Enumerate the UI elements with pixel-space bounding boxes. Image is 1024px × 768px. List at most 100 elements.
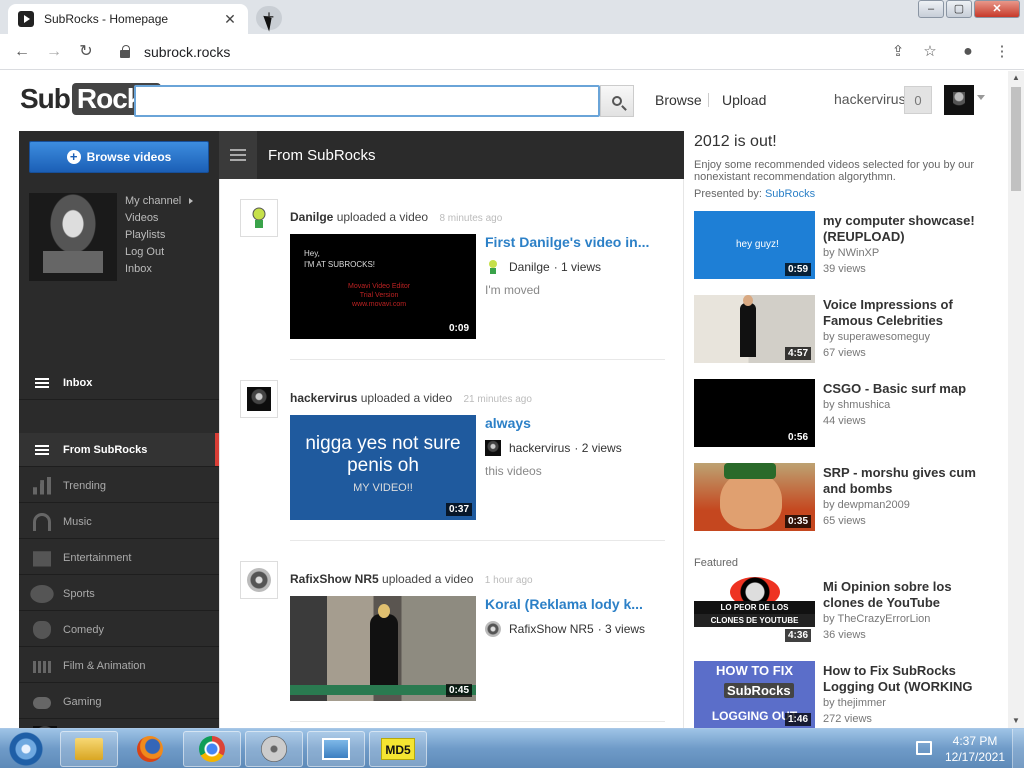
view-count: · 2 views: [574, 441, 622, 455]
video-author[interactable]: by NWinXP: [823, 247, 879, 259]
sidebar-item-trending[interactable]: Trending: [19, 469, 219, 503]
scroll-down-icon[interactable]: ▼: [1008, 714, 1024, 728]
recommended-video[interactable]: hey guyz! 0:59 my computer showcase! (RE…: [694, 211, 994, 279]
inbox-link[interactable]: Inbox: [125, 261, 193, 278]
channel-avatar[interactable]: [29, 193, 117, 281]
video-title-link[interactable]: How to Fix SubRocks Logging Out (WORKING: [823, 663, 993, 695]
sidebar-item-subscription[interactable]: hackervirus: [19, 721, 219, 728]
search-input[interactable]: [136, 87, 598, 115]
username-link[interactable]: RafixShow NR5: [290, 572, 379, 586]
profile-icon[interactable]: ●: [958, 42, 978, 62]
videos-link[interactable]: Videos: [125, 210, 193, 227]
upload-link[interactable]: Upload: [722, 92, 766, 108]
taskbar-explorer[interactable]: [60, 731, 118, 767]
minimize-button[interactable]: –: [918, 0, 944, 18]
system-clock[interactable]: 4:37 PM 12/17/2021: [940, 733, 1010, 765]
avatar[interactable]: [240, 199, 278, 237]
maximize-button[interactable]: ▢: [946, 0, 972, 18]
video-author[interactable]: by shmushica: [823, 399, 890, 411]
video-author[interactable]: by dewpman2009: [823, 499, 910, 511]
video-duration: 0:45: [445, 684, 472, 697]
sidebar-item-from-subrocks[interactable]: From SubRocks: [19, 433, 219, 467]
close-window-button[interactable]: ✕: [974, 0, 1020, 18]
browser-tab[interactable]: SubRocks - Homepage ✕: [8, 4, 248, 34]
scrollbar-thumb[interactable]: [1011, 87, 1021, 191]
video-title-link[interactable]: SRP - morshu gives cum and bombs: [823, 465, 993, 497]
network-icon[interactable]: [916, 741, 932, 755]
video-title-link[interactable]: First Danilge's video in...: [485, 234, 670, 250]
recommended-video[interactable]: 4:57 Voice Impressions of Famous Celebri…: [694, 295, 994, 363]
sidebar-item-inbox[interactable]: Inbox: [19, 366, 219, 400]
search-box[interactable]: [134, 85, 600, 117]
channel-link[interactable]: RafixShow NR5: [509, 622, 594, 636]
video-author[interactable]: by TheCrazyErrorLion: [823, 613, 930, 625]
sidebar-item-sports[interactable]: Sports: [19, 577, 219, 611]
taskbar-md5[interactable]: MD5: [369, 731, 427, 767]
featured-video[interactable]: LO PEOR DE LOS CLONES DE YOUTUBE 4:36 Mi…: [694, 577, 994, 645]
back-arrow-icon[interactable]: ←: [12, 42, 32, 62]
taskbar-media[interactable]: [245, 731, 303, 767]
close-tab-icon[interactable]: ✕: [222, 11, 238, 27]
taskbar-firefox[interactable]: [121, 731, 179, 767]
show-desktop-button[interactable]: [1012, 729, 1024, 768]
share-icon[interactable]: ⇪: [888, 42, 908, 62]
channel-link[interactable]: Danilge: [509, 260, 550, 274]
playlists-link[interactable]: Playlists: [125, 227, 193, 244]
video-author[interactable]: by superawesomeguy: [823, 331, 930, 343]
video-thumbnail[interactable]: nigga yes not sure penis oh MY VIDEO!! 0…: [290, 415, 476, 520]
user-avatar[interactable]: [944, 85, 974, 115]
logout-link[interactable]: Log Out: [125, 244, 193, 261]
video-title-link[interactable]: Mi Opinion sobre los clones de YouTube: [823, 579, 993, 611]
channel-link[interactable]: hackervirus: [509, 441, 570, 455]
video-thumbnail[interactable]: Hey, I'M AT SUBROCKS! Movavi Video Edito…: [290, 234, 476, 339]
video-title-link[interactable]: Voice Impressions of Famous Celebrities: [823, 297, 993, 329]
clock-time: 4:37 PM: [952, 734, 998, 748]
video-title-link[interactable]: CSGO - Basic surf map: [823, 381, 993, 397]
presented-by-link[interactable]: SubRocks: [765, 188, 815, 200]
video-thumbnail[interactable]: HOW TO FIX SubRocks LOGGING OUT 1:46: [694, 661, 815, 728]
username-link[interactable]: hackervirus: [834, 91, 906, 107]
video-thumbnail[interactable]: 4:57: [694, 295, 815, 363]
sidebar-item-gaming[interactable]: Gaming: [19, 685, 219, 719]
sidebar-item-comedy[interactable]: Comedy: [19, 613, 219, 647]
address-bar[interactable]: subrock.rocks: [108, 38, 954, 66]
chevron-down-icon[interactable]: [977, 95, 985, 100]
avatar[interactable]: [240, 380, 278, 418]
page-scrollbar[interactable]: ▲ ▼: [1008, 71, 1024, 728]
start-button[interactable]: [4, 729, 48, 768]
taskbar-chrome[interactable]: [183, 731, 241, 767]
menu-kebab-icon[interactable]: ⋮: [992, 42, 1012, 62]
video-title-link[interactable]: Koral (Reklama lody k...: [485, 596, 670, 612]
video-thumbnail[interactable]: 0:45: [290, 596, 476, 701]
forward-arrow-icon[interactable]: →: [44, 42, 64, 62]
sidebar-item-label: Gaming: [63, 695, 102, 708]
scroll-up-icon[interactable]: ▲: [1008, 71, 1024, 85]
video-author[interactable]: by thejimmer: [823, 697, 886, 709]
sidebar-item-entertainment[interactable]: Entertainment: [19, 541, 219, 575]
browse-videos-button[interactable]: + Browse videos: [29, 141, 209, 173]
video-title-link[interactable]: my computer showcase! (REUPLOAD): [823, 213, 993, 245]
featured-video[interactable]: HOW TO FIX SubRocks LOGGING OUT 1:46 How…: [694, 661, 994, 728]
channel-links: My channel Videos Playlists Log Out Inbo…: [125, 193, 194, 278]
username-link[interactable]: Danilge: [290, 210, 333, 224]
sidebar-item-music[interactable]: Music: [19, 505, 219, 539]
video-thumbnail[interactable]: LO PEOR DE LOS CLONES DE YOUTUBE 4:36: [694, 577, 815, 645]
video-thumbnail[interactable]: 0:35: [694, 463, 815, 531]
search-button[interactable]: [600, 85, 634, 117]
feed-menu-button[interactable]: [219, 131, 257, 179]
logo-sub-text: Sub: [20, 83, 71, 114]
my-channel-link[interactable]: My channel: [125, 193, 194, 210]
reload-icon[interactable]: ↻: [76, 42, 96, 62]
notification-count[interactable]: 0: [904, 86, 932, 114]
video-thumbnail[interactable]: 0:56: [694, 379, 815, 447]
sidebar-item-film-animation[interactable]: Film & Animation: [19, 649, 219, 683]
star-icon[interactable]: ☆: [920, 42, 940, 62]
avatar[interactable]: [240, 561, 278, 599]
video-title-link[interactable]: always: [485, 415, 670, 431]
username-link[interactable]: hackervirus: [290, 391, 357, 405]
recommended-video[interactable]: 0:35 SRP - morshu gives cum and bombs by…: [694, 463, 994, 531]
taskbar-photo[interactable]: [307, 731, 365, 767]
video-thumbnail[interactable]: hey guyz! 0:59: [694, 211, 815, 279]
recommended-video[interactable]: 0:56 CSGO - Basic surf map by shmushica …: [694, 379, 994, 447]
browse-link[interactable]: Browse: [655, 92, 702, 108]
